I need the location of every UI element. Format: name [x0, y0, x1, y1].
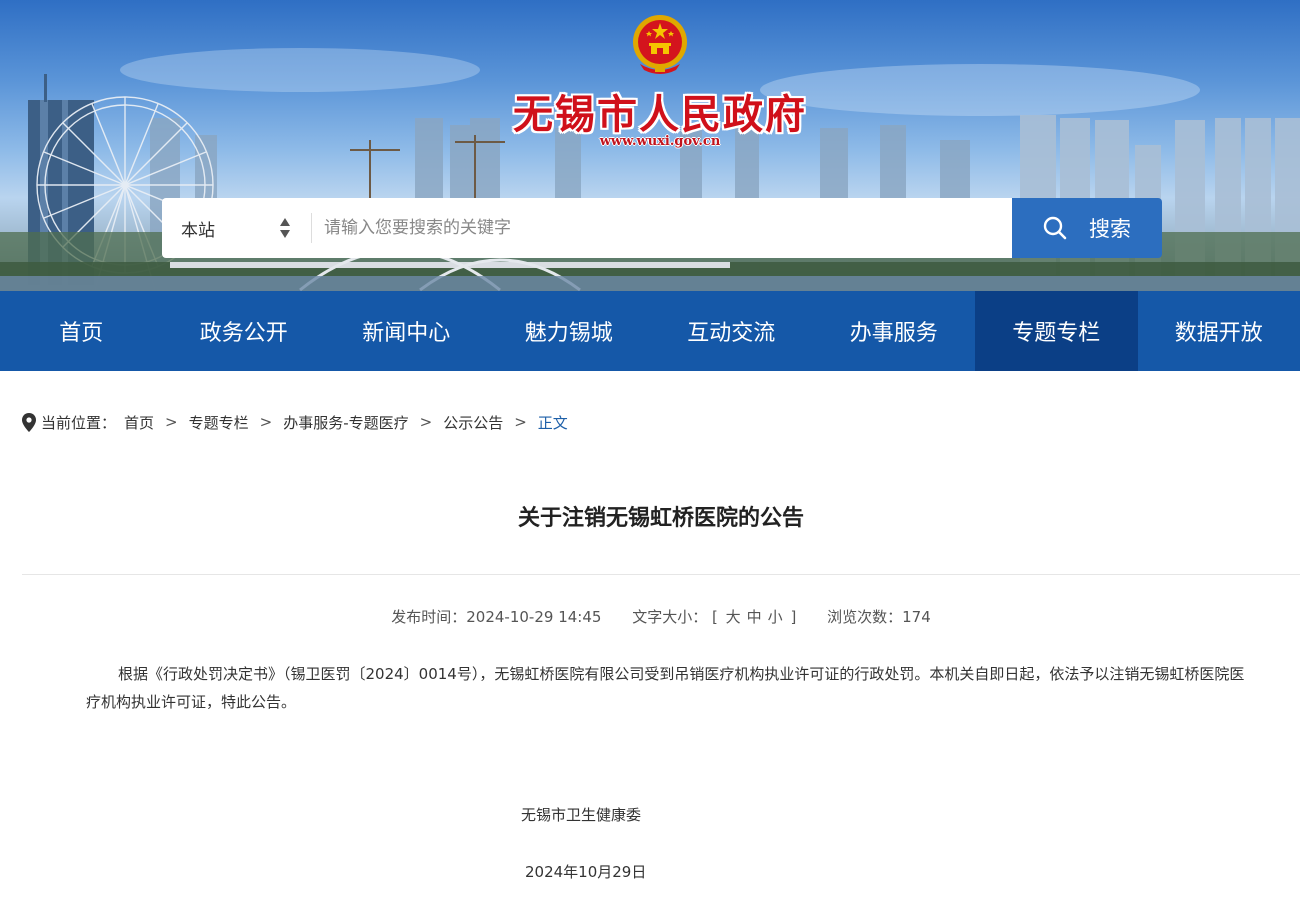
font-size-medium[interactable]: 中: [747, 608, 762, 626]
font-size-bracket-open: [: [712, 608, 718, 626]
breadcrumb-prefix: 当前位置：: [41, 413, 117, 432]
nav-item-open-data[interactable]: 数据开放: [1138, 291, 1300, 371]
font-size-bracket-close: ]: [790, 608, 797, 626]
breadcrumb-separator: >: [419, 413, 433, 431]
article-signer: 无锡市卫生健康委: [521, 806, 642, 824]
breadcrumb-announcements[interactable]: 公示公告: [443, 412, 503, 433]
nav-item-home[interactable]: 首页: [0, 291, 163, 371]
search-icon: [1043, 216, 1067, 240]
nav-item-charm-city[interactable]: 魅力锡城: [488, 291, 651, 371]
article-title: 关于注销无锡虹桥医院的公告: [517, 506, 804, 531]
article-date: 2024年10月29日: [525, 863, 647, 881]
breadcrumb: 当前位置： 首页 > 专题专栏 > 办事服务-专题医疗 > 公示公告 > 正文: [22, 411, 568, 433]
breadcrumb-medical-services[interactable]: 办事服务-专题医疗: [283, 412, 408, 433]
search-scope-label: 本站: [181, 220, 215, 241]
nav-item-interaction[interactable]: 互动交流: [650, 291, 813, 371]
location-pin-icon: [22, 412, 36, 432]
national-emblem-icon: [633, 15, 687, 74]
view-count: 浏览次数：174: [827, 608, 931, 626]
nav-item-services[interactable]: 办事服务: [813, 291, 976, 371]
breadcrumb-separator: >: [514, 413, 527, 431]
search-bar: 本站 搜索: [162, 198, 1162, 258]
nav-item-news-center[interactable]: 新闻中心: [325, 291, 488, 371]
article-meta: 发布时间：2024-10-29 14:45 文字大小： [ 大中小 ] 浏览次数…: [0, 606, 1300, 627]
site-title: 无锡市人民政府: [513, 91, 807, 138]
font-size-small[interactable]: 小: [768, 608, 783, 626]
breadcrumb-special-topics[interactable]: 专题专栏: [189, 412, 249, 433]
font-size-label: 文字大小：: [632, 608, 708, 626]
breadcrumb-home[interactable]: 首页: [124, 412, 154, 433]
breadcrumb-separator: >: [259, 413, 273, 431]
article-body: 根据《行政处罚决定书》（锡卫医罚〔2024〕0014号），无锡虹桥医院有限公司受…: [86, 665, 1245, 711]
publish-label: 发布时间：: [391, 608, 467, 626]
sort-arrows-icon: [280, 218, 290, 238]
search-input[interactable]: [312, 198, 1012, 258]
main-nav: 首页 政务公开 新闻中心 魅力锡城 互动交流 办事服务 专题专栏 数据开放: [0, 291, 1300, 371]
breadcrumb-current[interactable]: 正文: [538, 412, 568, 433]
breadcrumb-separator: >: [165, 413, 178, 431]
views-value: 174: [902, 608, 931, 626]
search-scope-select[interactable]: 本站: [162, 198, 312, 258]
header-banner: 无锡市人民政府 www.wuxi.gov.cn 本站 搜索: [0, 0, 1300, 291]
publish-info: 发布时间：2024-10-29 14:45: [391, 608, 606, 626]
site-url: www.wuxi.gov.cn: [599, 134, 721, 149]
title-divider: [22, 574, 1300, 575]
publish-time: 2024-10-29 14:45: [466, 608, 602, 626]
nav-item-special-topics[interactable]: 专题专栏: [975, 291, 1138, 371]
nav-item-government-affairs[interactable]: 政务公开: [163, 291, 326, 371]
views-label: 浏览次数：: [827, 608, 903, 626]
font-size-large[interactable]: 大: [726, 608, 741, 626]
search-button[interactable]: 搜索: [1012, 198, 1162, 258]
search-button-label: 搜索: [1089, 217, 1131, 241]
font-size-control: 文字大小： [ 大中小 ]: [632, 608, 801, 626]
